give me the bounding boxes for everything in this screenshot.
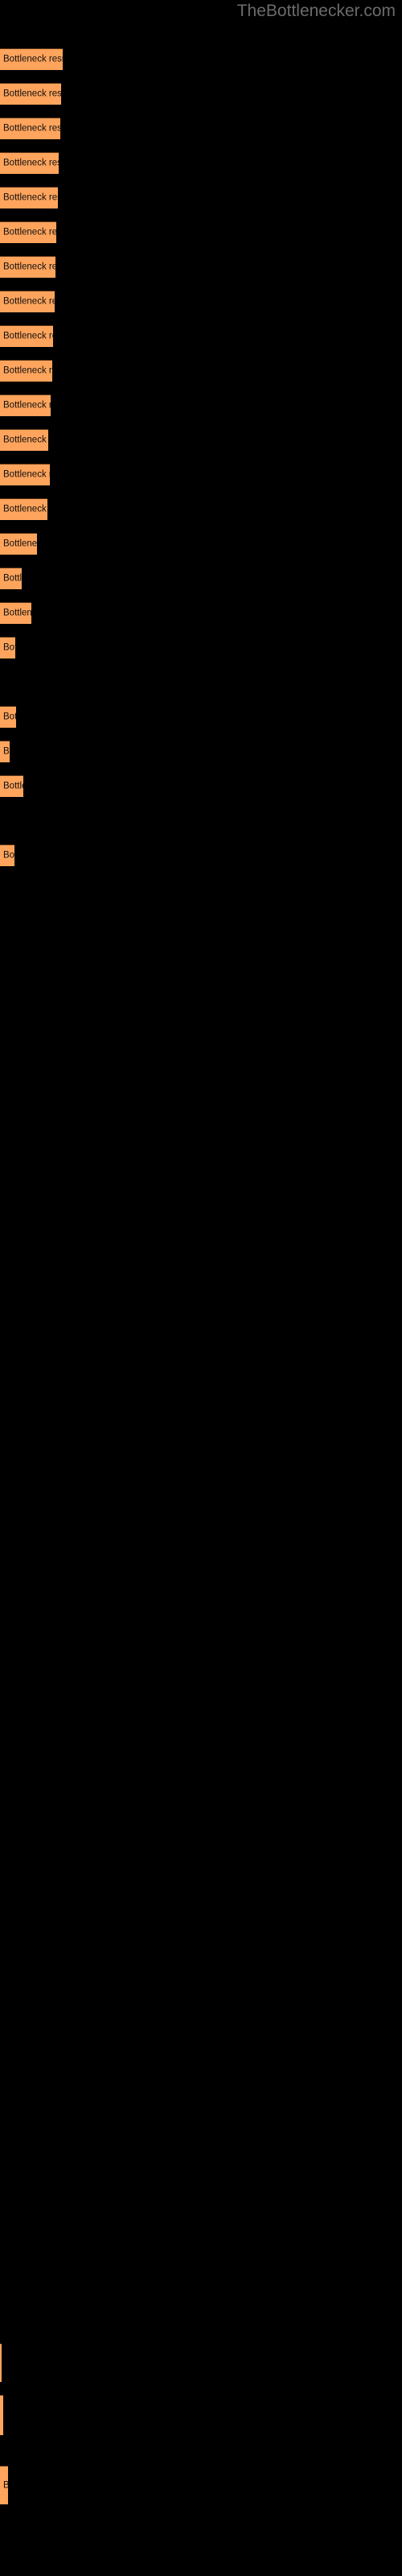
bottleneck-result-bar[interactable]: Bottleneck result: [0, 775, 23, 797]
bar-row: Bottleneck result: [0, 360, 402, 382]
bar-row: Bottleneck result: [0, 775, 402, 797]
bottleneck-result-bar[interactable]: Bottleneck result: [0, 637, 15, 658]
bar-label: Bottleneck result: [3, 227, 56, 237]
bar-row: Bottleneck result: [0, 48, 402, 70]
bar-row: Bottleneck result: [0, 118, 402, 139]
bottleneck-result-bar[interactable]: Bottleneck result: [0, 2343, 2, 2382]
bar-row: Bottleneck result: [0, 83, 402, 105]
bottleneck-result-bar[interactable]: Bottleneck result: [0, 533, 37, 555]
bottleneck-result-bar[interactable]: Bottleneck result: [0, 741, 10, 762]
bar-row: Bottleneck result: [0, 2395, 402, 2435]
bar-label: Bottleneck result: [3, 158, 59, 168]
bottleneck-result-bar[interactable]: Bottleneck result: [0, 325, 53, 347]
bottleneck-result-bar[interactable]: Bottleneck result: [0, 498, 47, 520]
bar-row: Bottleneck result: [0, 533, 402, 555]
bar-row: Bottleneck result: [0, 741, 402, 762]
bar-row: Bottleneck result: [0, 602, 402, 624]
bar-label: Bottleneck result: [3, 469, 50, 480]
bar-label: Bottleneck result: [3, 746, 10, 757]
bar-row: Bottleneck result: [0, 187, 402, 208]
bar-label: Bottleneck result: [3, 435, 48, 445]
bottleneck-result-bar[interactable]: Bottleneck result: [0, 429, 48, 451]
bar-row: Bottleneck result: [0, 2466, 402, 2504]
bar-label: Bottleneck result: [3, 262, 55, 272]
bar-row: Bottleneck result: [0, 637, 402, 658]
bottleneck-result-bar[interactable]: Bottleneck result: [0, 2395, 3, 2435]
bottleneck-result-bar[interactable]: Bottleneck result: [0, 394, 51, 416]
bar-label: Bottleneck result: [3, 850, 14, 861]
bottleneck-result-bar[interactable]: Bottleneck result: [0, 464, 50, 485]
bar-row: Bottleneck result: [0, 498, 402, 520]
bottleneck-result-bar[interactable]: Bottleneck result: [0, 48, 63, 70]
bar-label: Bottleneck result: [3, 89, 61, 99]
bar-row: Bottleneck result: [0, 2343, 402, 2382]
bottleneck-result-bar[interactable]: Bottleneck result: [0, 2466, 8, 2504]
bar-row: Bottleneck result: [0, 256, 402, 278]
bar-label: Bottleneck result: [3, 296, 55, 307]
bottleneck-result-bar[interactable]: Bottleneck result: [0, 118, 60, 139]
bar-label: Bottleneck result: [3, 400, 51, 411]
bar-row: Bottleneck result: [0, 844, 402, 866]
bar-label: Bottleneck result: [3, 539, 37, 549]
bottleneck-result-bar[interactable]: Bottleneck result: [0, 291, 55, 312]
bar-label: Bottleneck result: [3, 54, 63, 64]
bar-row: Bottleneck result: [0, 221, 402, 243]
bar-label: Bottleneck result: [3, 608, 31, 618]
bar-label: Bottleneck result: [3, 504, 47, 514]
bar-row: Bottleneck result: [0, 568, 402, 589]
bar-row: Bottleneck result: [0, 325, 402, 347]
bar-label: Bottleneck result: [3, 573, 22, 584]
bottleneck-result-bar[interactable]: Bottleneck result: [0, 844, 14, 866]
bottleneck-result-bar[interactable]: Bottleneck result: [0, 568, 22, 589]
bar-label: Bottleneck result: [3, 781, 23, 791]
bar-label: Bottleneck result: [3, 642, 15, 653]
bar-label: Bottleneck result: [3, 2480, 8, 2491]
bottleneck-result-bar[interactable]: Bottleneck result: [0, 256, 55, 278]
bottleneck-result-bar[interactable]: Bottleneck result: [0, 602, 31, 624]
bar-row: Bottleneck result: [0, 394, 402, 416]
bar-label: Bottleneck result: [3, 123, 60, 134]
bar-row: Bottleneck result: [0, 429, 402, 451]
bar-label: Bottleneck result: [3, 712, 16, 722]
bar-row: Bottleneck result: [0, 464, 402, 485]
bottleneck-result-bar[interactable]: Bottleneck result: [0, 152, 59, 174]
bottleneck-result-bar[interactable]: Bottleneck result: [0, 83, 61, 105]
bottleneck-result-bar[interactable]: Bottleneck result: [0, 187, 58, 208]
bottleneck-result-bar[interactable]: Bottleneck result: [0, 706, 16, 728]
bar-row: Bottleneck result: [0, 706, 402, 728]
bar-row: Bottleneck result: [0, 291, 402, 312]
bar-row: Bottleneck result: [0, 152, 402, 174]
bar-label: Bottleneck result: [3, 331, 53, 341]
bottleneck-result-bar[interactable]: Bottleneck result: [0, 221, 56, 243]
bar-label: Bottleneck result: [3, 365, 52, 376]
bar-label: Bottleneck result: [3, 192, 58, 203]
bottleneck-result-bar[interactable]: Bottleneck result: [0, 360, 52, 382]
bottleneck-bar-chart: Bottleneck result Bottleneck result Bottle…: [0, 0, 402, 2576]
